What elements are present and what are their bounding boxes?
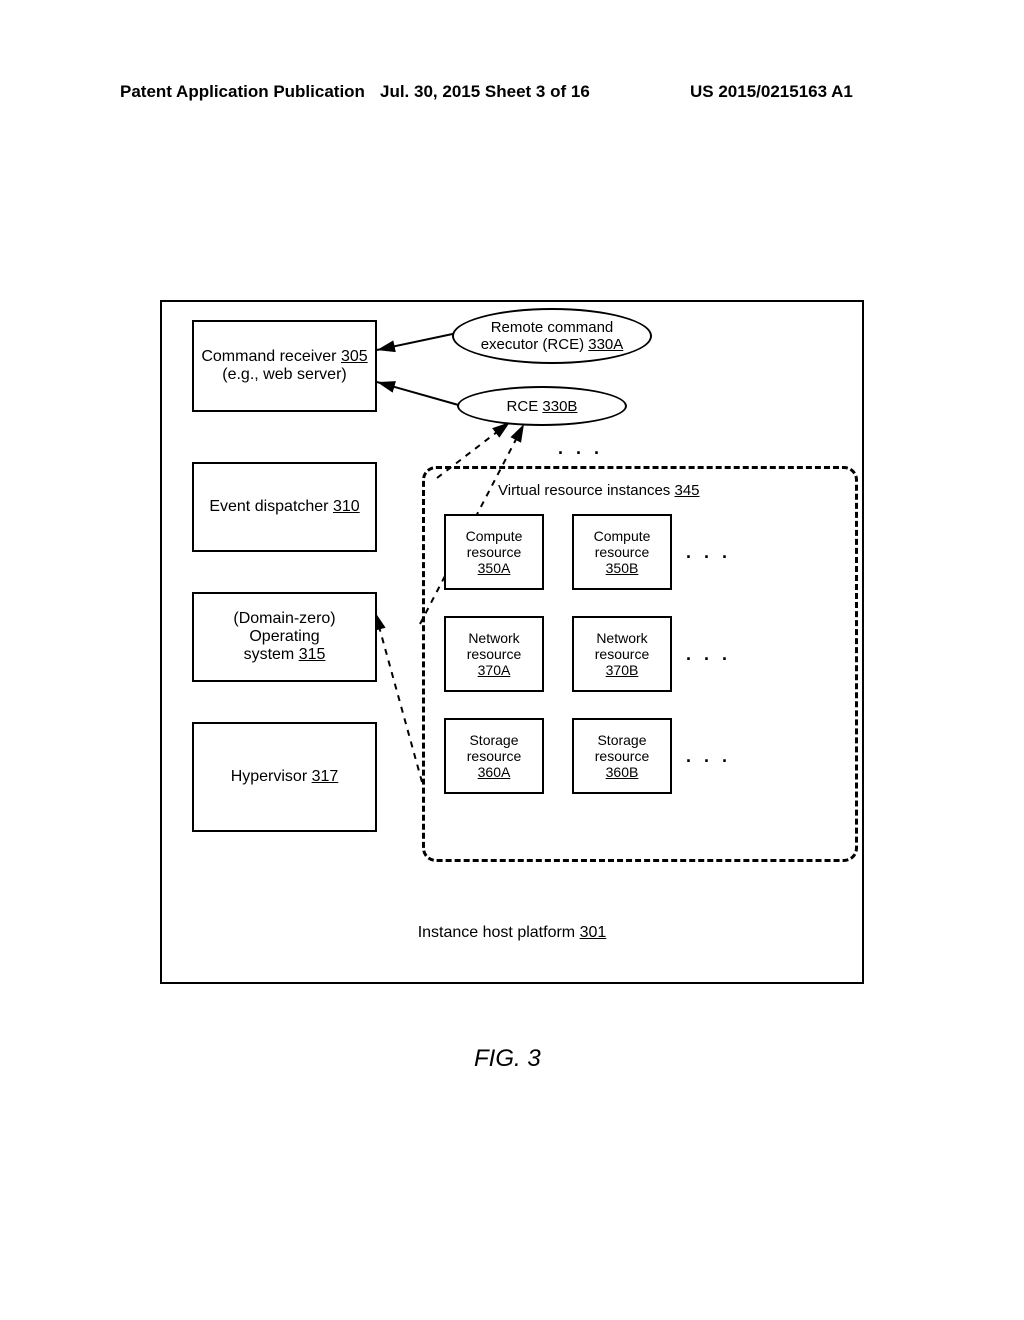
platform-label: Instance host platform 301 — [162, 924, 862, 942]
vri-label: Virtual resource instances 345 — [498, 482, 700, 499]
command-receiver-line2: (e.g., web server) — [222, 366, 346, 384]
hypervisor-box: Hypervisor 317 — [192, 722, 377, 832]
hypervisor-label: Hypervisor 317 — [231, 768, 339, 786]
header-mid: Jul. 30, 2015 Sheet 3 of 16 — [380, 82, 590, 102]
figure-caption: FIG. 3 — [474, 1045, 541, 1073]
compute-a-box: Compute resource 350A — [444, 514, 544, 590]
storage-a-box: Storage resource 360A — [444, 718, 544, 794]
os-box: (Domain-zero) Operating system 315 — [192, 592, 377, 682]
page-header: Patent Application Publication Jul. 30, … — [0, 82, 1024, 106]
storage-b-box: Storage resource 360B — [572, 718, 672, 794]
rce-ellipsis: . . . — [558, 438, 603, 459]
command-receiver-box: Command receiver 305 (e.g., web server) — [192, 320, 377, 412]
compute-b-box: Compute resource 350B — [572, 514, 672, 590]
os-line2: system 315 — [244, 646, 326, 664]
header-right: US 2015/0215163 A1 — [690, 82, 853, 102]
rce-a-oval: Remote command executor (RCE) 330A — [452, 308, 652, 364]
network-b-box: Network resource 370B — [572, 616, 672, 692]
compute-ellipsis: . . . — [686, 542, 731, 563]
rce-b-oval: RCE 330B — [457, 386, 627, 426]
os-line1: (Domain-zero) Operating — [198, 610, 371, 646]
command-receiver-line1: Command receiver 305 — [201, 348, 367, 366]
event-dispatcher-box: Event dispatcher 310 — [192, 462, 377, 552]
network-ellipsis: . . . — [686, 644, 731, 665]
header-left: Patent Application Publication — [120, 82, 365, 102]
figure-container: Command receiver 305 (e.g., web server) … — [160, 300, 864, 984]
event-dispatcher-label: Event dispatcher 310 — [209, 498, 359, 516]
network-a-box: Network resource 370A — [444, 616, 544, 692]
storage-ellipsis: . . . — [686, 746, 731, 767]
